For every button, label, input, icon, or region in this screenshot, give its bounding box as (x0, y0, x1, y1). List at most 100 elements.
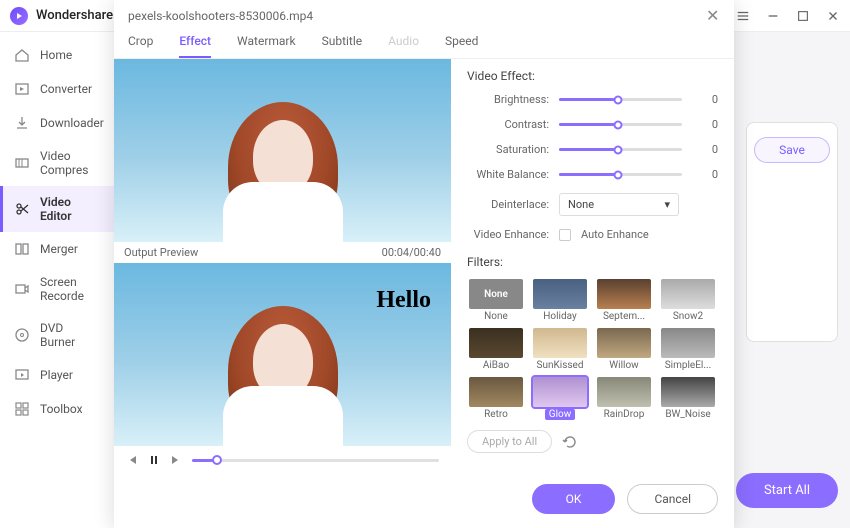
sidebar-item-label: Converter (40, 82, 92, 96)
auto-enhance-checkbox[interactable] (559, 229, 571, 241)
sidebar-item-downloader[interactable]: Downloader (0, 106, 114, 140)
sidebar-item-player[interactable]: Player (0, 358, 114, 392)
player-bar (114, 446, 451, 474)
merger-icon (14, 241, 30, 257)
playback-slider[interactable] (192, 459, 439, 462)
preview-label: Output Preview (124, 246, 198, 259)
sidebar-item-editor[interactable]: Video Editor (0, 186, 114, 232)
sidebar-item-recorder[interactable]: Screen Recorde (0, 266, 114, 312)
video-effect-label: Video Effect: (467, 69, 718, 83)
filter-thumb (597, 377, 651, 407)
converter-icon (14, 81, 30, 97)
overlay-text: Hello (376, 287, 431, 314)
filter-sunkissed[interactable]: SunKissed (531, 328, 589, 371)
download-icon (14, 115, 30, 131)
filter-bwnoise[interactable]: BW_Noise (659, 377, 717, 420)
compress-icon (14, 155, 30, 171)
sidebar-item-converter[interactable]: Converter (0, 72, 114, 106)
deinterlace-label: Deinterlace: (467, 198, 549, 211)
next-frame-icon[interactable] (170, 454, 182, 466)
apply-to-all-button[interactable]: Apply to All (467, 430, 552, 453)
contrast-slider[interactable] (559, 123, 682, 126)
pause-icon[interactable] (148, 454, 160, 466)
filter-thumb (597, 279, 651, 309)
save-button[interactable]: Save (754, 137, 830, 163)
maximize-icon[interactable] (796, 9, 810, 23)
app-logo (10, 7, 28, 25)
close-icon[interactable] (826, 9, 840, 23)
recorder-icon (14, 281, 30, 297)
filter-holiday[interactable]: Holiday (531, 279, 589, 322)
dialog-title: pexels-koolshooters-8530006.mp4 (128, 9, 706, 23)
player-icon (14, 367, 30, 383)
saturation-slider[interactable] (559, 148, 682, 151)
sidebar-item-label: Home (40, 48, 72, 62)
sidebar-item-label: Video Editor (40, 195, 100, 223)
refresh-icon[interactable] (562, 434, 578, 450)
filter-thumb (533, 377, 587, 407)
original-preview (114, 59, 451, 242)
cancel-button[interactable]: Cancel (627, 484, 718, 514)
disc-icon (14, 327, 30, 343)
filter-thumb (661, 279, 715, 309)
file-panel: Save (746, 122, 838, 342)
sidebar-item-label: Video Compres (40, 149, 100, 177)
brightness-value: 0 (692, 93, 718, 106)
dialog-close-icon[interactable]: ✕ (706, 8, 720, 24)
whitebalance-label: White Balance: (467, 168, 549, 181)
whitebalance-slider[interactable] (559, 173, 682, 176)
filter-thumb (469, 377, 523, 407)
toolbox-icon (14, 401, 30, 417)
tab-speed[interactable]: Speed (445, 28, 478, 58)
sidebar-item-label: Downloader (40, 116, 104, 130)
sidebar-item-toolbox[interactable]: Toolbox (0, 392, 114, 426)
scissors-icon (14, 201, 30, 217)
filter-raindrop[interactable]: RainDrop (595, 377, 653, 420)
sidebar-item-label: Player (40, 368, 73, 382)
effect-dialog: pexels-koolshooters-8530006.mp4 ✕ Crop E… (114, 0, 734, 528)
sidebar-item-label: DVD Burner (40, 321, 100, 349)
ok-button[interactable]: OK (532, 484, 616, 514)
filter-aibao[interactable]: AiBao (467, 328, 525, 371)
minimize-icon[interactable] (766, 9, 780, 23)
home-icon (14, 47, 30, 63)
auto-enhance-text: Auto Enhance (581, 228, 649, 241)
preview-time: 00:04/00:40 (382, 246, 441, 259)
filter-thumb (661, 377, 715, 407)
whitebalance-value: 0 (692, 168, 718, 181)
filter-simpleel[interactable]: SimpleEl... (659, 328, 717, 371)
sidebar-item-label: Screen Recorde (40, 275, 100, 303)
tab-watermark[interactable]: Watermark (237, 28, 296, 58)
sidebar-item-merger[interactable]: Merger (0, 232, 114, 266)
filter-retro[interactable]: Retro (467, 377, 525, 420)
filter-thumb (661, 328, 715, 358)
filter-thumb: None (469, 279, 523, 309)
tab-subtitle[interactable]: Subtitle (322, 28, 363, 58)
sidebar-item-dvd[interactable]: DVD Burner (0, 312, 114, 358)
brightness-slider[interactable] (559, 98, 682, 101)
brightness-label: Brightness: (467, 93, 549, 106)
filter-september[interactable]: Septem... (595, 279, 653, 322)
tab-effect[interactable]: Effect (179, 28, 211, 58)
filter-thumb (533, 279, 587, 309)
enhance-label: Video Enhance: (467, 228, 549, 241)
prev-frame-icon[interactable] (126, 454, 138, 466)
contrast-label: Contrast: (467, 118, 549, 131)
sidebar-item-compressor[interactable]: Video Compres (0, 140, 114, 186)
menu-icon[interactable] (736, 9, 750, 23)
start-all-button[interactable]: Start All (736, 473, 838, 508)
filter-thumb (469, 328, 523, 358)
filter-snow2[interactable]: Snow2 (659, 279, 717, 322)
output-preview: Hello (114, 263, 451, 446)
dialog-tabs: Crop Effect Watermark Subtitle Audio Spe… (114, 28, 734, 59)
filter-none[interactable]: NoneNone (467, 279, 525, 322)
tab-crop[interactable]: Crop (128, 28, 153, 58)
contrast-value: 0 (692, 118, 718, 131)
sidebar-item-home[interactable]: Home (0, 38, 114, 72)
tab-audio[interactable]: Audio (388, 28, 419, 58)
filter-willow[interactable]: Willow (595, 328, 653, 371)
filter-glow[interactable]: Glow (531, 377, 589, 420)
filter-thumb (597, 328, 651, 358)
chevron-down-icon: ▾ (664, 198, 670, 211)
deinterlace-select[interactable]: None▾ (559, 193, 679, 216)
